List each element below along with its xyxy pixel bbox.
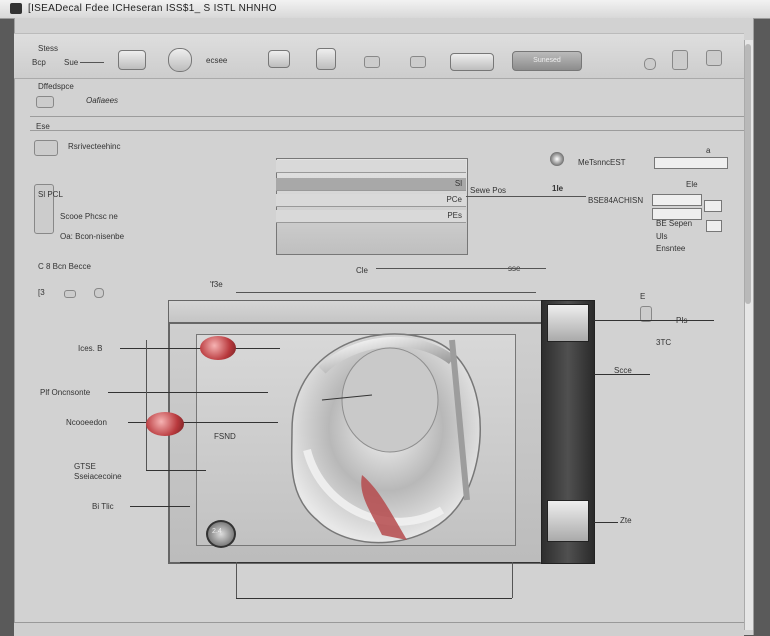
callout-label: Bi Tlic: [92, 502, 114, 511]
right-field-a[interactable]: [652, 194, 702, 206]
right-field-label: Ele: [686, 180, 698, 189]
gauge-label: 2.4: [212, 528, 222, 535]
list-item[interactable]: C 8 Bcn Becce: [38, 262, 91, 271]
rail-callout-line: [594, 522, 618, 523]
rail-callout-label: PIs: [676, 316, 688, 325]
dim-line-2: [236, 292, 536, 293]
rail-callout-label: 3TC: [656, 338, 672, 347]
slider-track[interactable]: [654, 157, 728, 169]
stress-label: Stess: [38, 44, 59, 53]
dialog-leader-line: [466, 196, 586, 197]
right-row: Uls: [656, 232, 668, 241]
option-label: Oafiaees: [86, 96, 119, 105]
scrollbar-thumb[interactable]: [745, 44, 751, 304]
callout-bracket: [146, 340, 147, 470]
rail-block-top[interactable]: [547, 304, 589, 342]
tool-copy-button[interactable]: [268, 50, 290, 68]
status-bar: [14, 622, 744, 636]
divider-1: [30, 116, 744, 117]
toolbar-mid-label: ecsee: [206, 56, 228, 65]
red-valve-bottom-icon[interactable]: [146, 412, 184, 436]
callout-label: Ices. B: [78, 344, 103, 353]
list-checkbox[interactable]: [64, 290, 76, 298]
callout-line: [146, 470, 206, 471]
dim-tick: [236, 562, 237, 598]
diagram-label-a: 'f3e: [210, 280, 223, 289]
list-item[interactable]: [3: [38, 288, 45, 297]
callout-label: GTSE Sseiacecoine: [74, 462, 122, 481]
toolbar-label-a: Bcp: [32, 58, 46, 67]
slider-label: MeTsnncEST: [578, 158, 626, 167]
divider-2: [30, 130, 744, 131]
dim-line-bottom-2: [236, 598, 512, 599]
main-field-icon[interactable]: [34, 140, 58, 156]
red-valve-top-icon[interactable]: [200, 336, 236, 360]
dialog-row-selected[interactable]: Sl: [276, 178, 466, 191]
option-toggle[interactable]: [36, 96, 54, 108]
dialog-row[interactable]: PCe: [276, 194, 466, 207]
dim-line-bottom: [180, 562, 540, 563]
volute-graphic: [290, 333, 481, 544]
dialog-value: 1le: [552, 184, 564, 193]
dim-line-top: [376, 268, 546, 269]
list-item[interactable]: Oa: Bcon-nisenbe: [60, 232, 124, 241]
callout-line: [130, 506, 190, 507]
center-tag: FSND: [214, 432, 236, 441]
list-item[interactable]: Scooe Phcsc ne: [60, 212, 118, 221]
rail-callout-line: [594, 320, 714, 321]
right-row-stepper[interactable]: [706, 220, 722, 232]
app-icon: [10, 3, 22, 14]
dialog-row[interactable]: [276, 160, 466, 173]
tool-window-button[interactable]: [706, 50, 722, 66]
tool-small-a-button[interactable]: [364, 56, 380, 68]
toolbar-divider: [80, 62, 104, 63]
rail-callout-line: [594, 374, 650, 375]
tool-rotate-button[interactable]: [118, 50, 146, 70]
dialog-row[interactable]: PEs: [276, 210, 466, 223]
right-field-c[interactable]: [704, 200, 722, 212]
diagram-top-label: Cle: [356, 266, 369, 275]
toolbar-label-b: Sue: [64, 58, 79, 67]
dim-tick: [512, 562, 513, 598]
window-title: [ISEADecal Fdee ICHeseran ISS$1_ S ISTL …: [28, 3, 277, 14]
tool-shape-button[interactable]: [168, 48, 192, 72]
slider-value: a: [706, 146, 711, 155]
list-radio[interactable]: [94, 288, 104, 298]
rail-block-bottom[interactable]: [547, 500, 589, 542]
toolbar-pill-a[interactable]: [450, 53, 494, 71]
right-header: BSE84ACHISN: [588, 196, 644, 205]
callout-label: Plf Oncnsonte: [40, 388, 91, 397]
list-item[interactable]: Sl PCL: [38, 190, 63, 199]
tool-doc-button[interactable]: [672, 50, 688, 70]
tool-circle-button[interactable]: [644, 58, 656, 70]
main-field-label: Rsrivecteehinc: [68, 142, 121, 151]
tool-lock-button[interactable]: [316, 48, 336, 70]
right-row: BE Sepen: [656, 219, 693, 228]
dialog-side-label: Sewe Pos: [470, 186, 507, 195]
right-row: Ensntee: [656, 244, 686, 253]
rail-label: E: [640, 292, 646, 301]
callout-label: Ncooeedon: [66, 418, 107, 427]
tool-small-b-button[interactable]: [410, 56, 426, 68]
toolbar-pill-b[interactable]: Sunesed: [512, 51, 582, 71]
rail-callout-label: Zte: [620, 516, 632, 525]
section-title: Dffedspce: [38, 82, 74, 91]
callout-line: [108, 392, 268, 393]
slider-knob-icon[interactable]: [550, 152, 564, 166]
